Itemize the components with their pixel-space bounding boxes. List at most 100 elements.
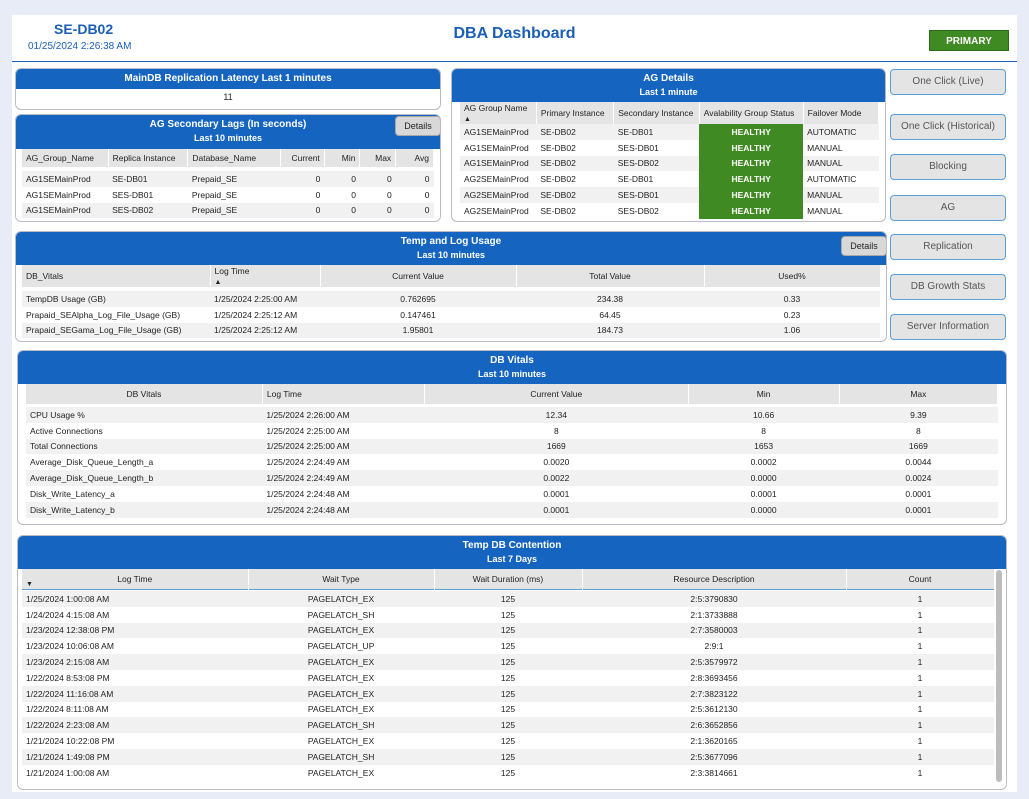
table-row[interactable]: 1/22/2024 8:11:08 AM PAGELATCH_EX 125 2:5:3… bbox=[22, 701, 994, 718]
column-header[interactable]: Min bbox=[324, 149, 361, 167]
replication-button[interactable]: Replication bbox=[890, 234, 1006, 260]
health-status-cell: HEALTHY bbox=[699, 187, 804, 203]
temp-log-details-button[interactable]: Details bbox=[841, 236, 886, 256]
health-status-cell: HEALTHY bbox=[699, 202, 804, 219]
table-row[interactable]: 1/22/2024 11:16:08 AM PAGELATCH_EX 125 2:7:… bbox=[22, 685, 994, 702]
table-row[interactable]: 1/23/2024 10:06:08 AM PAGELATCH_UP 125 2:9:… bbox=[22, 638, 994, 655]
table-row[interactable]: AG1SEMainProd SES-DB02 Prepaid_SE 0 0 0 0 bbox=[22, 202, 434, 219]
table-row[interactable]: AG1SEMainProd SES-DB01 Prepaid_SE 0 0 0 0 bbox=[22, 186, 434, 203]
table-row[interactable]: 1/22/2024 8:53:08 PM PAGELATCH_EX 125 2:8:3… bbox=[22, 669, 994, 686]
cell: 125 bbox=[434, 638, 582, 655]
ag-button[interactable]: AG bbox=[890, 195, 1006, 221]
cell: 1.95801 bbox=[320, 322, 516, 339]
table-scrollbar[interactable] bbox=[996, 570, 1002, 782]
table-row[interactable]: 1/23/2024 2:15:08 AM PAGELATCH_EX 125 2:5:3… bbox=[22, 654, 994, 670]
table-row[interactable]: Disk_Write_Latency_a 1/25/2024 2:24:48 AM… bbox=[26, 485, 998, 502]
table-row[interactable]: 1/22/2024 2:23:08 AM PAGELATCH_SH 125 2:6:3… bbox=[22, 717, 994, 734]
column-header[interactable]: Failover Mode bbox=[803, 102, 880, 124]
ag-lags-header: AG Secondary Lags (In seconds) Last 10 m… bbox=[16, 115, 440, 149]
table-row[interactable]: Prapaid_SEAlpha_Log_File_Usage (GB) 1/25/… bbox=[22, 306, 880, 323]
db-growth-stats-button[interactable]: DB Growth Stats bbox=[890, 274, 1006, 300]
cell: 8 bbox=[688, 422, 840, 439]
cell: PAGELATCH_EX bbox=[248, 654, 434, 670]
table-row[interactable]: AG1SEMainProd SE-DB02 SES-DB01 HEALTHY MANUA… bbox=[460, 139, 879, 156]
column-header[interactable]: Database_Name bbox=[187, 149, 281, 167]
column-header[interactable]: Resource Description bbox=[582, 569, 847, 589]
cell: 0.0001 bbox=[839, 501, 998, 518]
cell: 1/25/2024 2:24:48 AM bbox=[262, 501, 425, 518]
column-header[interactable]: Log Time bbox=[262, 384, 426, 404]
cell: SE-DB02 bbox=[536, 171, 614, 188]
column-header[interactable]: Log Time ▲ bbox=[210, 265, 321, 287]
sort-ascending-icon: ▲ bbox=[464, 116, 471, 123]
db-vitals-header: DB Vitals Last 10 minutes bbox=[18, 351, 1006, 384]
cell: 1 bbox=[846, 733, 994, 749]
cell: 1/21/2024 1:00:08 AM bbox=[22, 764, 248, 781]
table-row[interactable]: Active Connections 1/25/2024 2:25:00 AM 8 8… bbox=[26, 422, 998, 439]
cell: 0.762695 bbox=[320, 291, 516, 307]
column-header[interactable]: Current Value bbox=[320, 265, 517, 287]
table-row[interactable]: Total Connections 1/25/2024 2:25:00 AM 166… bbox=[26, 438, 998, 455]
cell: 1/25/2024 1:00:08 AM bbox=[22, 591, 248, 607]
column-header[interactable]: ▼ Log Time bbox=[22, 569, 249, 589]
column-header[interactable]: Wait Duration (ms) bbox=[434, 569, 583, 589]
cell: 234.38 bbox=[516, 291, 704, 307]
page-title: DBA Dashboard bbox=[453, 25, 576, 42]
cell: PAGELATCH_EX bbox=[248, 764, 434, 781]
table-row[interactable]: AG1SEMainProd SE-DB02 SE-DB01 HEALTHY AUTOMA… bbox=[460, 124, 879, 140]
column-header[interactable]: Count bbox=[846, 569, 995, 589]
table-row[interactable]: Average_Disk_Queue_Length_a 1/25/2024 2:2… bbox=[26, 454, 998, 471]
cell: PAGELATCH_EX bbox=[248, 622, 434, 639]
primary-role-badge: PRIMARY bbox=[929, 30, 1009, 51]
column-header[interactable]: DB Vitals bbox=[26, 384, 263, 404]
column-header[interactable]: AG_Group_Name bbox=[22, 149, 109, 167]
table-row[interactable]: AG2SEMainProd SE-DB02 SE-DB01 HEALTHY AUTOMA… bbox=[460, 171, 879, 188]
table-row[interactable]: TempDB Usage (GB) 1/25/2024 2:25:00 AM 0.7… bbox=[22, 291, 880, 307]
header-divider bbox=[12, 61, 1017, 62]
column-header[interactable]: Current bbox=[280, 149, 325, 167]
temp-log-title: Temp and Log Usage bbox=[400, 236, 502, 247]
column-header[interactable]: DB_Vitals bbox=[22, 265, 211, 287]
table-row[interactable]: 1/23/2024 12:38:08 PM PAGELATCH_EX 125 2:7:… bbox=[22, 622, 994, 639]
table-row[interactable]: Prapaid_SEGama_Log_File_Usage (GB) 1/25/2… bbox=[22, 322, 880, 339]
table-row[interactable]: Average_Disk_Queue_Length_b 1/25/2024 2:2… bbox=[26, 470, 998, 486]
cell: 1/25/2024 2:25:12 AM bbox=[210, 322, 320, 339]
table-row[interactable]: AG1SEMainProd SE-DB01 Prepaid_SE 0 0 0 0 bbox=[22, 171, 434, 187]
cell: AG1SEMainProd bbox=[460, 139, 537, 156]
table-row[interactable]: AG1SEMainProd SE-DB02 SES-DB02 HEALTHY MANUA… bbox=[460, 155, 879, 172]
column-header[interactable]: Current Value bbox=[424, 384, 689, 404]
column-header[interactable]: Total Value bbox=[516, 265, 705, 287]
column-header[interactable]: Max bbox=[359, 149, 397, 167]
cell: PAGELATCH_EX bbox=[248, 701, 434, 718]
server-information-button[interactable]: Server Information bbox=[890, 314, 1006, 340]
table-row[interactable]: 1/21/2024 1:00:08 AM PAGELATCH_EX 125 2:3:3… bbox=[22, 764, 994, 781]
blocking-button[interactable]: Blocking bbox=[890, 154, 1006, 180]
table-row[interactable]: AG2SEMainProd SE-DB02 SES-DB02 HEALTHY MANUA… bbox=[460, 202, 879, 219]
column-header[interactable]: Min bbox=[688, 384, 840, 404]
table-row[interactable]: 1/21/2024 10:22:08 PM PAGELATCH_EX 125 2:1:… bbox=[22, 733, 994, 749]
column-header[interactable]: Secondary Instance bbox=[613, 102, 700, 124]
column-header[interactable]: Wait Type bbox=[248, 569, 435, 589]
db-vitals-panel: DB Vitals Last 10 minutes DB Vitals Log … bbox=[17, 350, 1007, 525]
table-row[interactable]: Disk_Write_Latency_b 1/25/2024 2:24:48 AM… bbox=[26, 501, 998, 518]
cell: 1/25/2024 2:26:00 AM bbox=[262, 407, 425, 423]
column-header[interactable]: AG Group Name ▲ bbox=[460, 102, 537, 124]
column-header[interactable]: Primary Instance bbox=[536, 102, 615, 124]
table-row[interactable]: 1/21/2024 1:49:08 PM PAGELATCH_SH 125 2:5:3… bbox=[22, 748, 994, 765]
column-header[interactable]: Used% bbox=[704, 265, 881, 287]
table-row[interactable]: AG2SEMainProd SE-DB02 SES-DB01 HEALTHY MANUA… bbox=[460, 187, 879, 203]
ag-lags-details-button[interactable]: Details bbox=[395, 116, 440, 136]
column-header[interactable]: Replica Instance bbox=[108, 149, 189, 167]
cell: MANUAL bbox=[803, 155, 879, 172]
cell: SE-DB02 bbox=[536, 202, 614, 219]
column-header[interactable]: Max bbox=[839, 384, 999, 404]
one-click-historical-button[interactable]: One Click (Historical) bbox=[890, 114, 1006, 140]
table-row[interactable]: CPU Usage % 1/25/2024 2:26:00 AM 12.34 10.6… bbox=[26, 407, 998, 423]
cell: 1/21/2024 10:22:08 PM bbox=[22, 733, 248, 749]
table-row[interactable]: 1/24/2024 4:15:08 AM PAGELATCH_SH 125 2:1:3… bbox=[22, 606, 994, 623]
table-row[interactable]: 1/25/2024 1:00:08 AM PAGELATCH_EX 125 2:5:3… bbox=[22, 591, 994, 607]
column-header[interactable]: Avalability Group Status bbox=[699, 102, 804, 124]
one-click-live-button[interactable]: One Click (Live) bbox=[890, 69, 1006, 95]
temp-log-panel: Temp and Log Usage Last 10 minutes Detai… bbox=[15, 231, 887, 342]
column-header[interactable]: Avg bbox=[395, 149, 434, 167]
